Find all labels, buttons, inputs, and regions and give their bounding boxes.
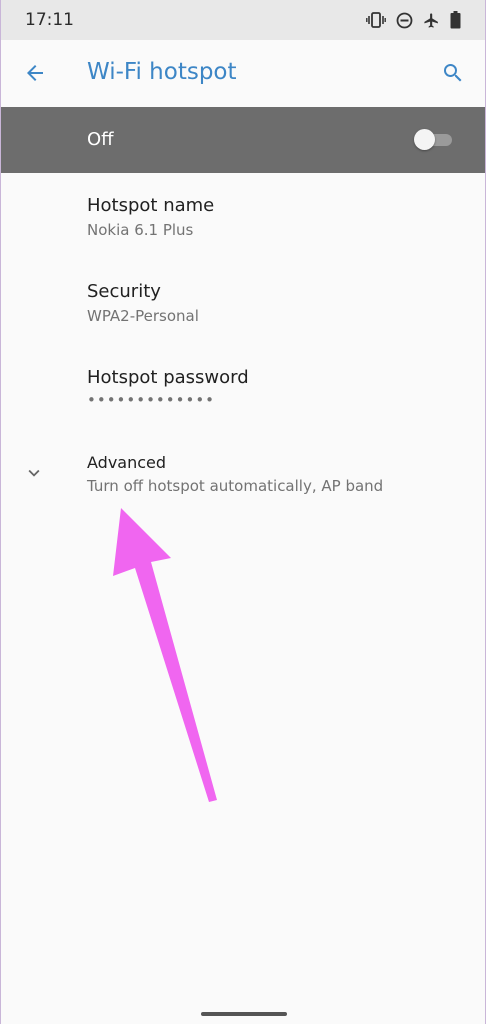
toggle-thumb (414, 129, 435, 150)
pref-summary: Nokia 6.1 Plus (87, 221, 194, 239)
back-button[interactable] (21, 59, 49, 87)
page-title: Wi-Fi hotspot (87, 59, 237, 85)
search-icon (444, 64, 462, 82)
hotspot-master-switch[interactable]: Off (1, 107, 485, 173)
hotspot-toggle[interactable] (414, 129, 452, 150)
do-not-disturb-icon (396, 12, 413, 29)
status-time: 17:11 (25, 10, 74, 30)
pref-advanced[interactable]: Advanced Turn off hotspot automatically,… (1, 431, 485, 517)
pref-summary: Turn off hotspot automatically, AP band (87, 477, 384, 495)
pref-title: Security (87, 281, 161, 302)
gesture-nav-handle[interactable] (201, 1012, 287, 1016)
vibrate-icon (366, 12, 386, 28)
airplane-icon (423, 12, 440, 29)
pref-summary: WPA2-Personal (87, 307, 199, 325)
arrow-back-icon (27, 65, 43, 81)
pref-title: Advanced (87, 453, 167, 472)
status-bar: 17:11 (1, 0, 485, 40)
master-switch-label: Off (87, 129, 114, 150)
annotation-arrow-shape (113, 508, 217, 802)
battery-icon (450, 11, 461, 29)
status-icons (366, 11, 461, 29)
pref-security[interactable]: Security WPA2-Personal (1, 259, 485, 345)
search-button[interactable] (439, 59, 467, 87)
pref-hotspot-name[interactable]: Hotspot name Nokia 6.1 Plus (1, 173, 485, 259)
phone-screen: 17:11 Wi-Fi hotspot Off Hotspot name Nok… (0, 0, 486, 1024)
chevron-down-icon (28, 469, 40, 477)
pref-hotspot-password[interactable]: Hotspot password ••••••••••••• (1, 345, 485, 431)
app-bar: Wi-Fi hotspot (1, 40, 485, 107)
pref-title: Hotspot password (87, 367, 249, 388)
password-dots: ••••••••••••• (87, 391, 216, 409)
annotation-arrow (113, 508, 217, 802)
pref-title: Hotspot name (87, 195, 215, 216)
